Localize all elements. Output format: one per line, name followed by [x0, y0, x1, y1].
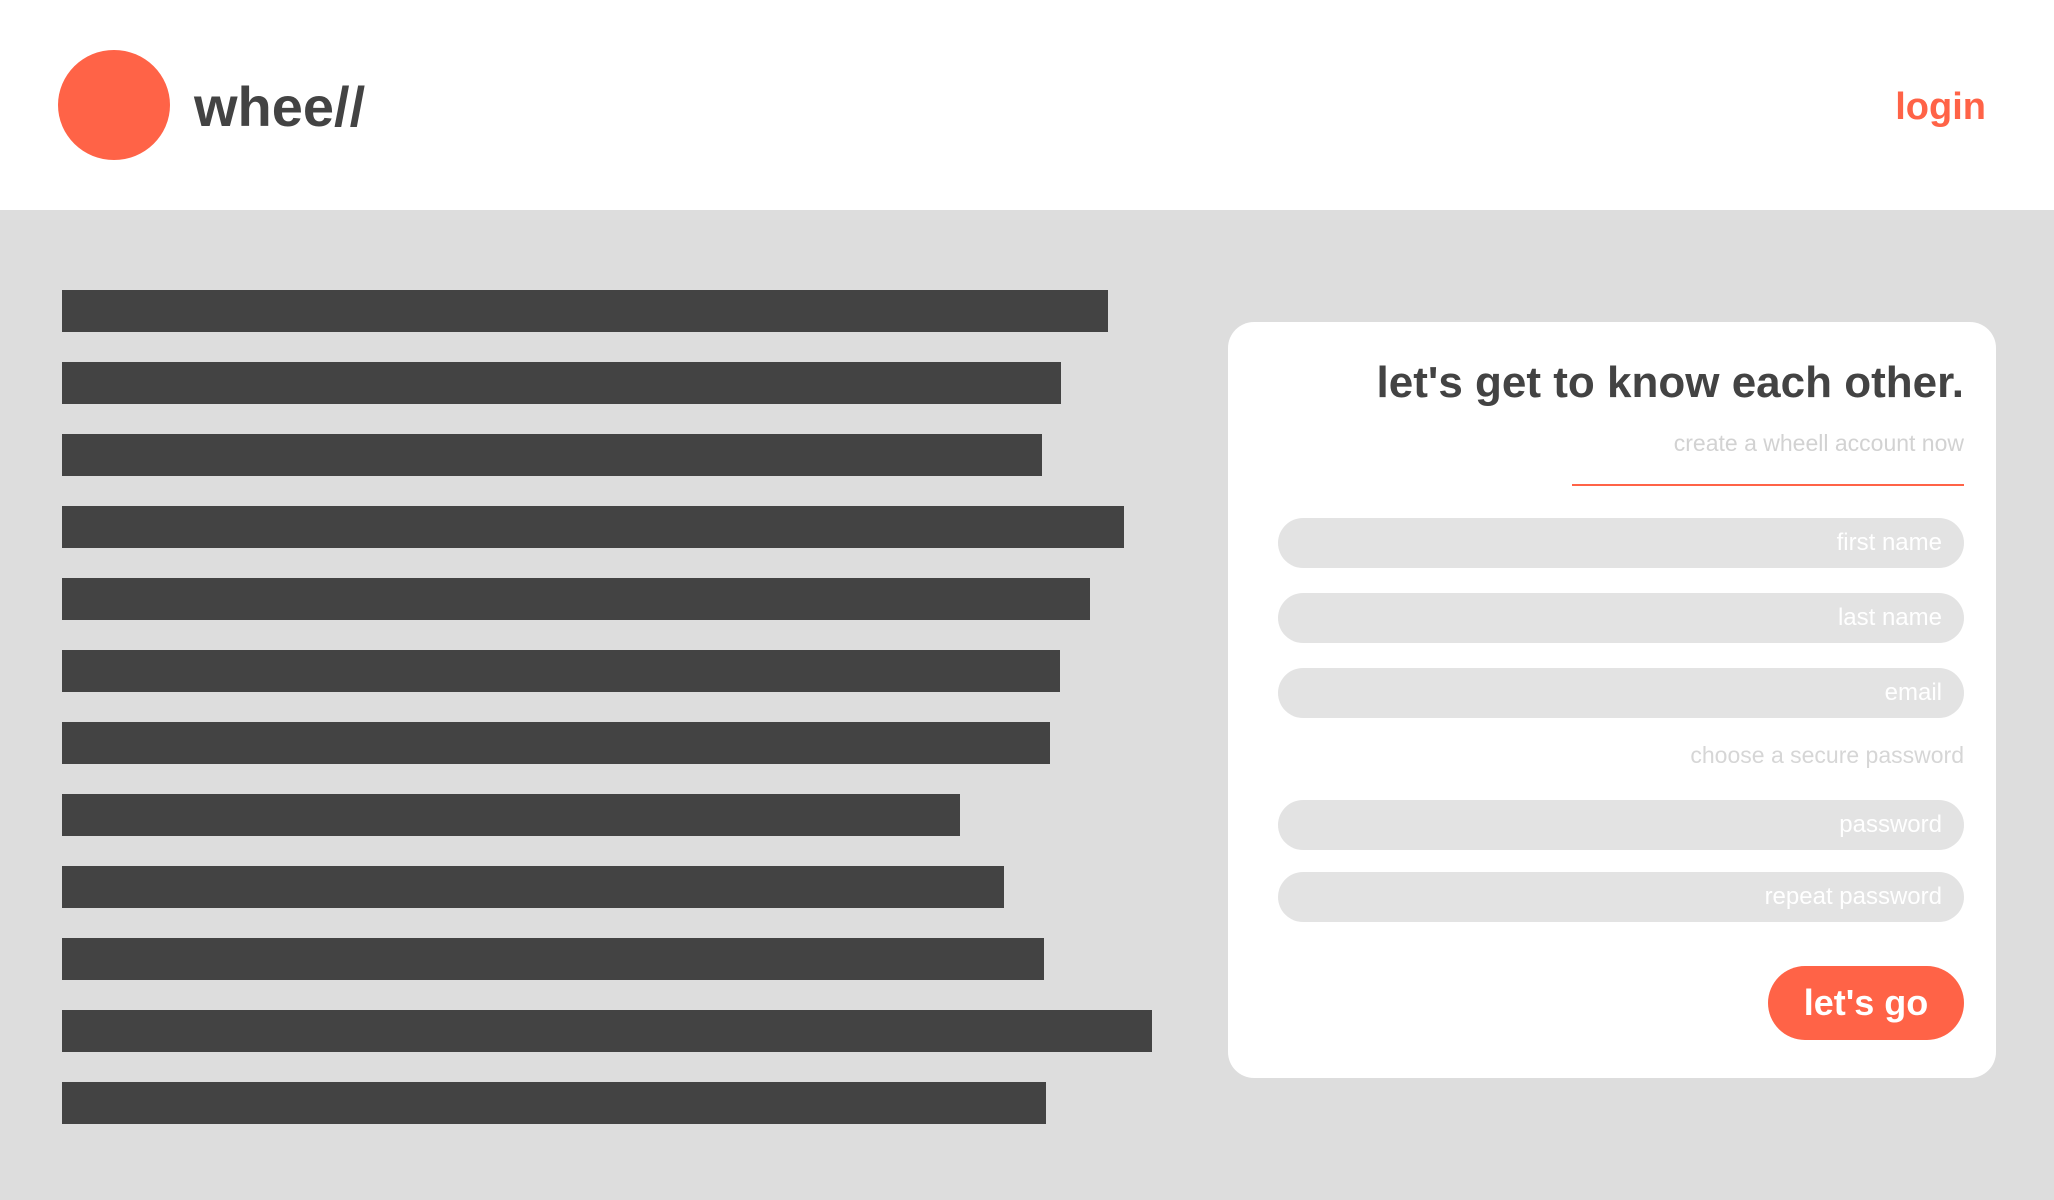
signup-subtitle: create a wheell account now [1673, 430, 1964, 456]
first-name-input[interactable] [1278, 518, 1964, 568]
placeholder-text-line [62, 290, 1108, 332]
last-name-input[interactable] [1278, 593, 1964, 643]
email-input[interactable] [1278, 668, 1964, 718]
placeholder-text-line [62, 722, 1050, 764]
title-divider [1572, 484, 1964, 486]
placeholder-text-line [62, 1010, 1152, 1052]
signup-title: let's get to know each other. [1376, 358, 1964, 407]
placeholder-text-line [62, 794, 960, 836]
placeholder-text-line [62, 506, 1124, 548]
logo-circle-icon [58, 50, 170, 160]
password-input[interactable] [1278, 800, 1964, 850]
repeat-password-input[interactable] [1278, 872, 1964, 922]
signup-card: let's get to know each other. create a w… [1228, 322, 1996, 1078]
login-link[interactable]: login [1895, 82, 1986, 132]
placeholder-text-line [62, 938, 1044, 980]
brand-name: whee// [194, 75, 366, 138]
main-content: let's get to know each other. create a w… [0, 210, 2054, 1200]
placeholder-text-line [62, 866, 1004, 908]
placeholder-text-line [62, 362, 1061, 404]
placeholder-text-line [62, 578, 1090, 620]
top-header: whee// login [0, 0, 2054, 210]
placeholder-text-line [62, 1082, 1046, 1124]
password-section-label: choose a secure password [1690, 742, 1964, 768]
submit-button[interactable]: let's go [1768, 966, 1964, 1040]
placeholder-text-line [62, 650, 1060, 692]
placeholder-text-line [62, 434, 1042, 476]
